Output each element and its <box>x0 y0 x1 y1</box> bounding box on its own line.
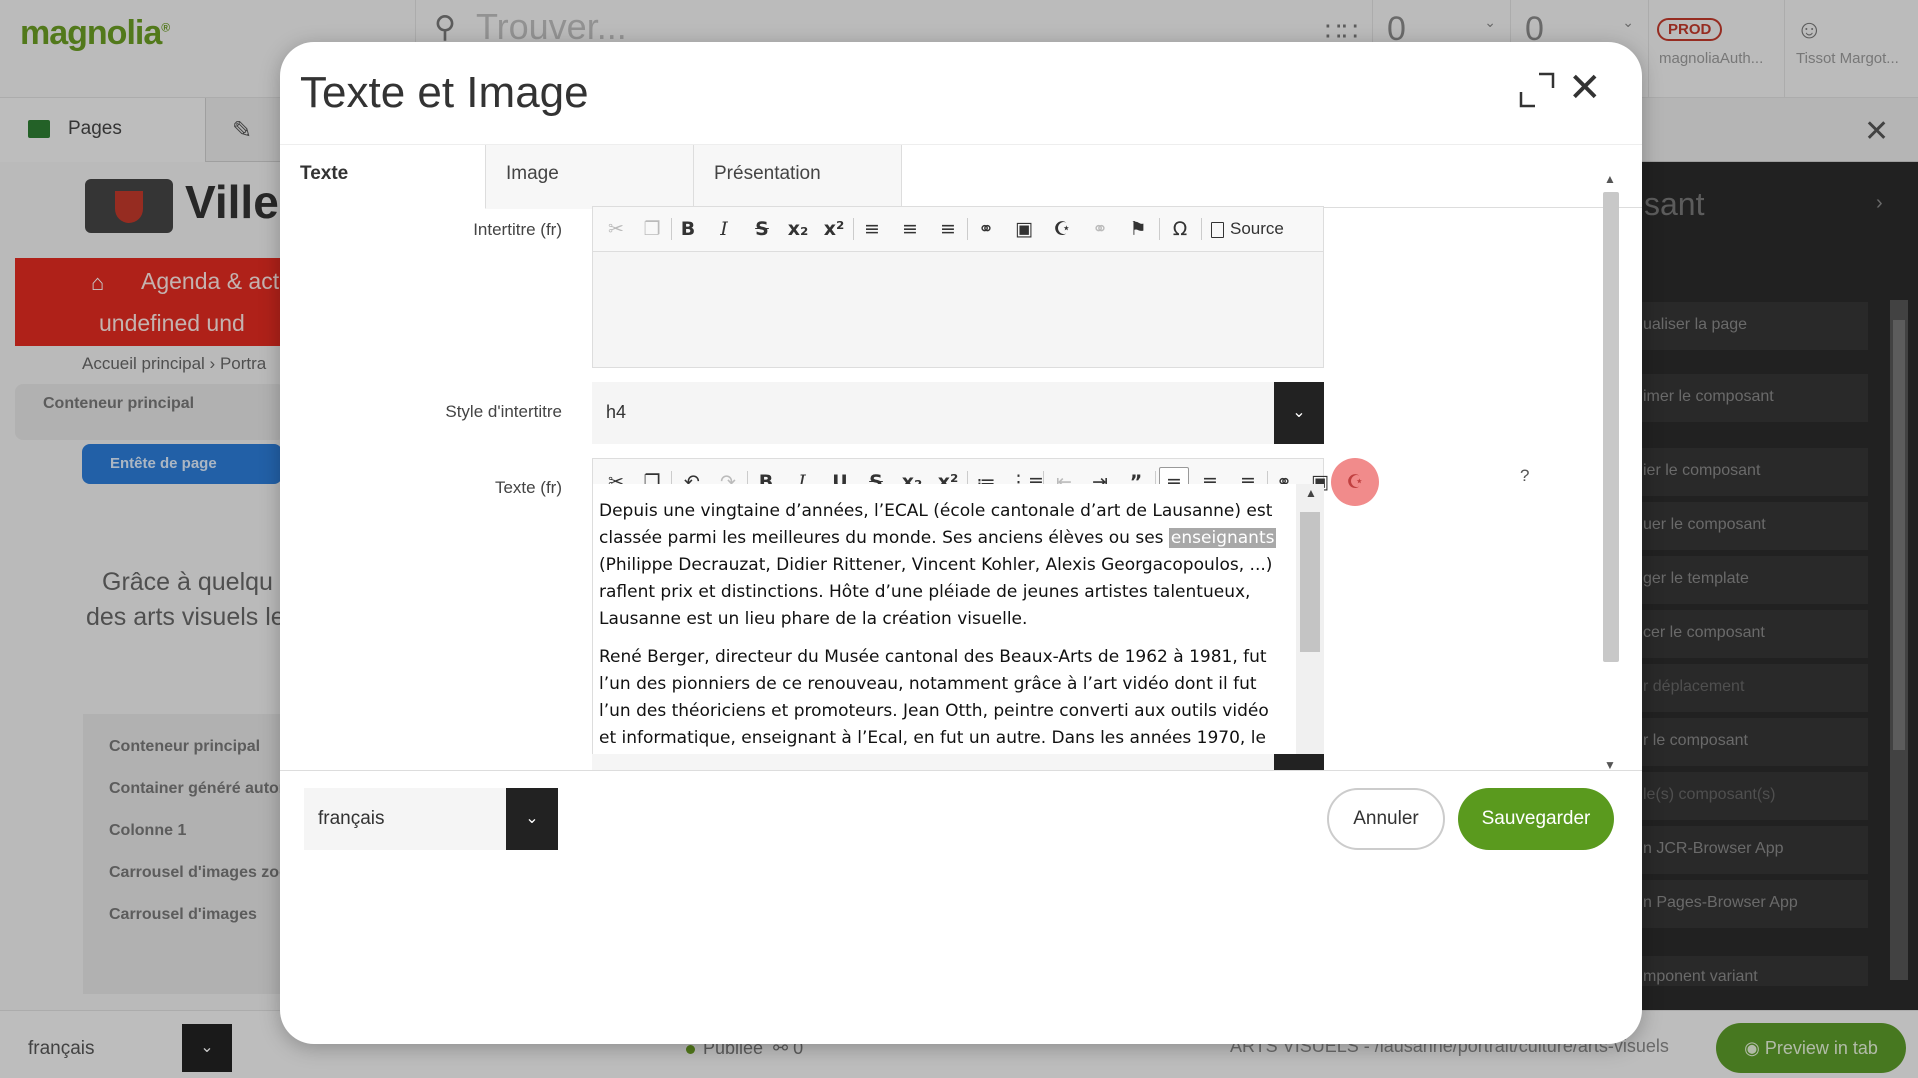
dialog-tabs: Texte Image Présentation <box>280 144 1642 209</box>
dialog-title: Texte et Image <box>300 68 589 117</box>
expand-icon[interactable] <box>1517 70 1557 110</box>
scroll-up-icon: ▲ <box>1305 486 1317 500</box>
paragraph: Depuis une vingtaine d’années, l’ECAL (é… <box>599 501 1277 629</box>
tab-image[interactable]: Image <box>486 145 694 209</box>
chevron-down-icon[interactable]: ⌄ <box>1274 382 1324 444</box>
cancel-button[interactable]: Annuler <box>1327 788 1445 850</box>
scroll-thumb <box>1603 192 1619 662</box>
close-icon[interactable]: ✕ <box>1568 68 1602 108</box>
scroll-thumb <box>1300 512 1320 652</box>
intertitre-toolbar: ✂ ❐ B I S x₂ x² ≡ ≡ ≡ ⚭ ▣ ☪ ⚭ ⚑ Ω Source <box>592 206 1324 252</box>
selected-text: enseignants <box>1168 528 1277 548</box>
bold-icon[interactable]: B <box>673 214 703 244</box>
sitemap-link-icon[interactable]: ☪ <box>1331 458 1379 506</box>
language-select[interactable]: français ⌄ <box>304 788 558 850</box>
italic-icon[interactable]: I <box>709 214 739 244</box>
editor-scrollbar[interactable]: ▲ ▼ <box>1296 484 1324 798</box>
source-button[interactable]: Source <box>1211 214 1284 244</box>
internal-link-icon[interactable]: ▣ <box>1009 214 1039 244</box>
style-label: Style d'intertitre <box>445 402 562 421</box>
superscript-icon[interactable]: x² <box>819 214 849 244</box>
anchor-flag-icon[interactable]: ⚑ <box>1123 214 1153 244</box>
unlink-icon: ⚭ <box>1092 218 1108 240</box>
cut-icon: ✂ <box>608 218 624 240</box>
dialog-scrollbar[interactable]: ▲ ▼ <box>1600 172 1622 772</box>
align-center-icon[interactable]: ≡ <box>933 214 963 244</box>
subscript-icon[interactable]: x₂ <box>783 214 813 244</box>
tab-presentation[interactable]: Présentation <box>694 145 902 209</box>
align-left-icon[interactable]: ≡ <box>857 214 887 244</box>
scroll-up-icon: ▲ <box>1604 172 1616 186</box>
align-right-icon[interactable]: ≡ <box>895 214 925 244</box>
sitemap-link-icon[interactable]: ☪ <box>1047 214 1077 244</box>
source-icon <box>1211 221 1224 238</box>
help-icon[interactable]: ? <box>1520 466 1529 486</box>
strikethrough-icon[interactable]: S <box>747 214 777 244</box>
chevron-down-icon[interactable]: ⌄ <box>506 788 558 850</box>
tab-texte[interactable]: Texte <box>280 145 486 209</box>
save-button[interactable]: Sauvegarder <box>1458 788 1614 850</box>
texte-label: Texte (fr) <box>494 478 562 497</box>
intertitre-label: Intertitre (fr) <box>473 220 562 239</box>
intertitre-editor[interactable] <box>592 252 1324 368</box>
link-icon[interactable]: ⚭ <box>971 214 1001 244</box>
special-char-icon[interactable]: Ω <box>1165 214 1195 244</box>
copy-icon: ❐ <box>643 218 661 240</box>
texte-editor[interactable]: Depuis une vingtaine d’années, l’ECAL (é… <box>592 484 1324 798</box>
edit-dialog: Texte et Image ✕ Texte Image Présentatio… <box>280 42 1642 1044</box>
style-select[interactable]: h4 ⌄ <box>592 382 1324 444</box>
